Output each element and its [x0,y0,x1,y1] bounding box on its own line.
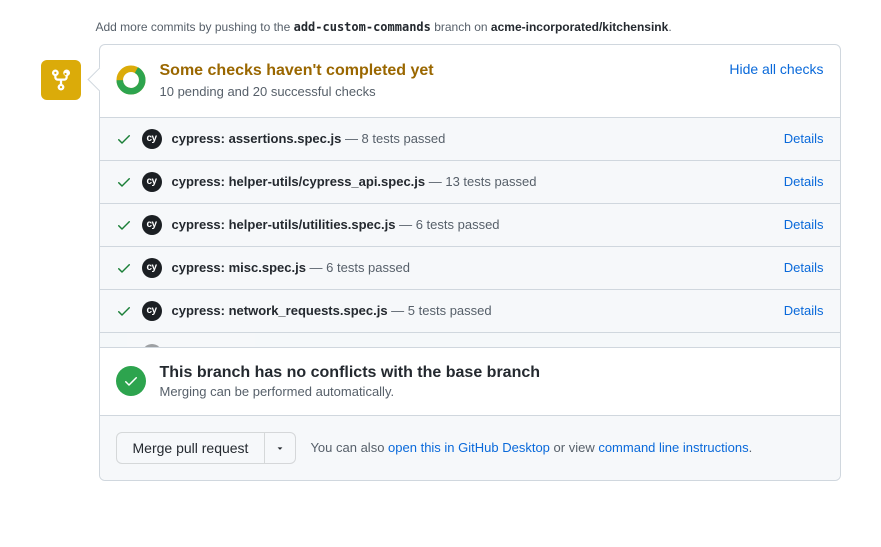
cypress-avatar [142,344,162,347]
merge-icon [41,60,81,100]
check-success-icon [116,131,132,147]
success-check-icon [116,366,146,396]
repo-name: acme-incorporated/kitchensink [491,20,668,34]
merge-actions-section: Merge pull request You can also open thi… [100,415,840,480]
cypress-avatar: cy [142,215,162,235]
check-success-icon [116,217,132,233]
checks-title: Some checks haven't completed yet [160,61,716,82]
status-donut-icon [116,65,146,95]
check-row: cy cypress: assertions.spec.js — 8 tests… [100,118,840,161]
check-success-icon [116,260,132,276]
details-link[interactable]: Details [784,303,824,318]
merge-status-subtitle: Merging can be performed automatically. [160,384,541,399]
open-desktop-link[interactable]: open this in GitHub Desktop [388,440,550,455]
hide-all-checks-link[interactable]: Hide all checks [729,61,823,77]
merge-status-section: This branch has no conflicts with the ba… [100,347,840,415]
cypress-avatar: cy [142,301,162,321]
check-label: cypress: network_requests.spec.js — 5 te… [172,303,774,318]
chevron-down-icon [275,443,285,453]
push-hint: Add more commits by pushing to the add-c… [96,20,841,34]
details-link[interactable]: Details [784,174,824,189]
details-link[interactable]: Details [784,217,824,232]
merge-pr-button[interactable]: Merge pull request [116,432,266,464]
panel-header: Some checks haven't completed yet 10 pen… [100,45,840,117]
merge-dropdown-button[interactable] [265,432,296,464]
check-row: cy cypress: network_requests.spec.js — 5… [100,290,840,333]
check-success-icon [116,303,132,319]
branch-name: add-custom-commands [294,20,431,34]
check-success-icon [116,174,132,190]
cypress-avatar: cy [142,258,162,278]
cypress-avatar: cy [142,172,162,192]
cypress-avatar: cy [142,129,162,149]
merge-status-title: This branch has no conflicts with the ba… [160,364,541,382]
check-row: cy cypress: misc.spec.js — 6 tests passe… [100,247,840,290]
check-row-partial [100,333,840,347]
check-label: cypress: helper-utils/cypress_api.spec.j… [172,174,774,189]
check-success-icon [116,346,132,347]
check-label: cypress: assertions.spec.js — 8 tests pa… [172,131,774,146]
check-row: cy cypress: helper-utils/cypress_api.spe… [100,161,840,204]
checks-list[interactable]: cy cypress: assertions.spec.js — 8 tests… [100,117,840,347]
check-row: cy cypress: helper-utils/utilities.spec.… [100,204,840,247]
details-link[interactable]: Details [784,260,824,275]
check-label: cypress: misc.spec.js — 6 tests passed [172,260,774,275]
cli-instructions-link[interactable]: command line instructions [598,440,748,455]
check-label: cypress: helper-utils/utilities.spec.js … [172,217,774,232]
checks-subtitle: 10 pending and 20 successful checks [160,84,716,99]
checks-panel: Some checks haven't completed yet 10 pen… [99,44,841,481]
merge-note: You can also open this in GitHub Desktop… [310,440,752,455]
details-link[interactable]: Details [784,131,824,146]
